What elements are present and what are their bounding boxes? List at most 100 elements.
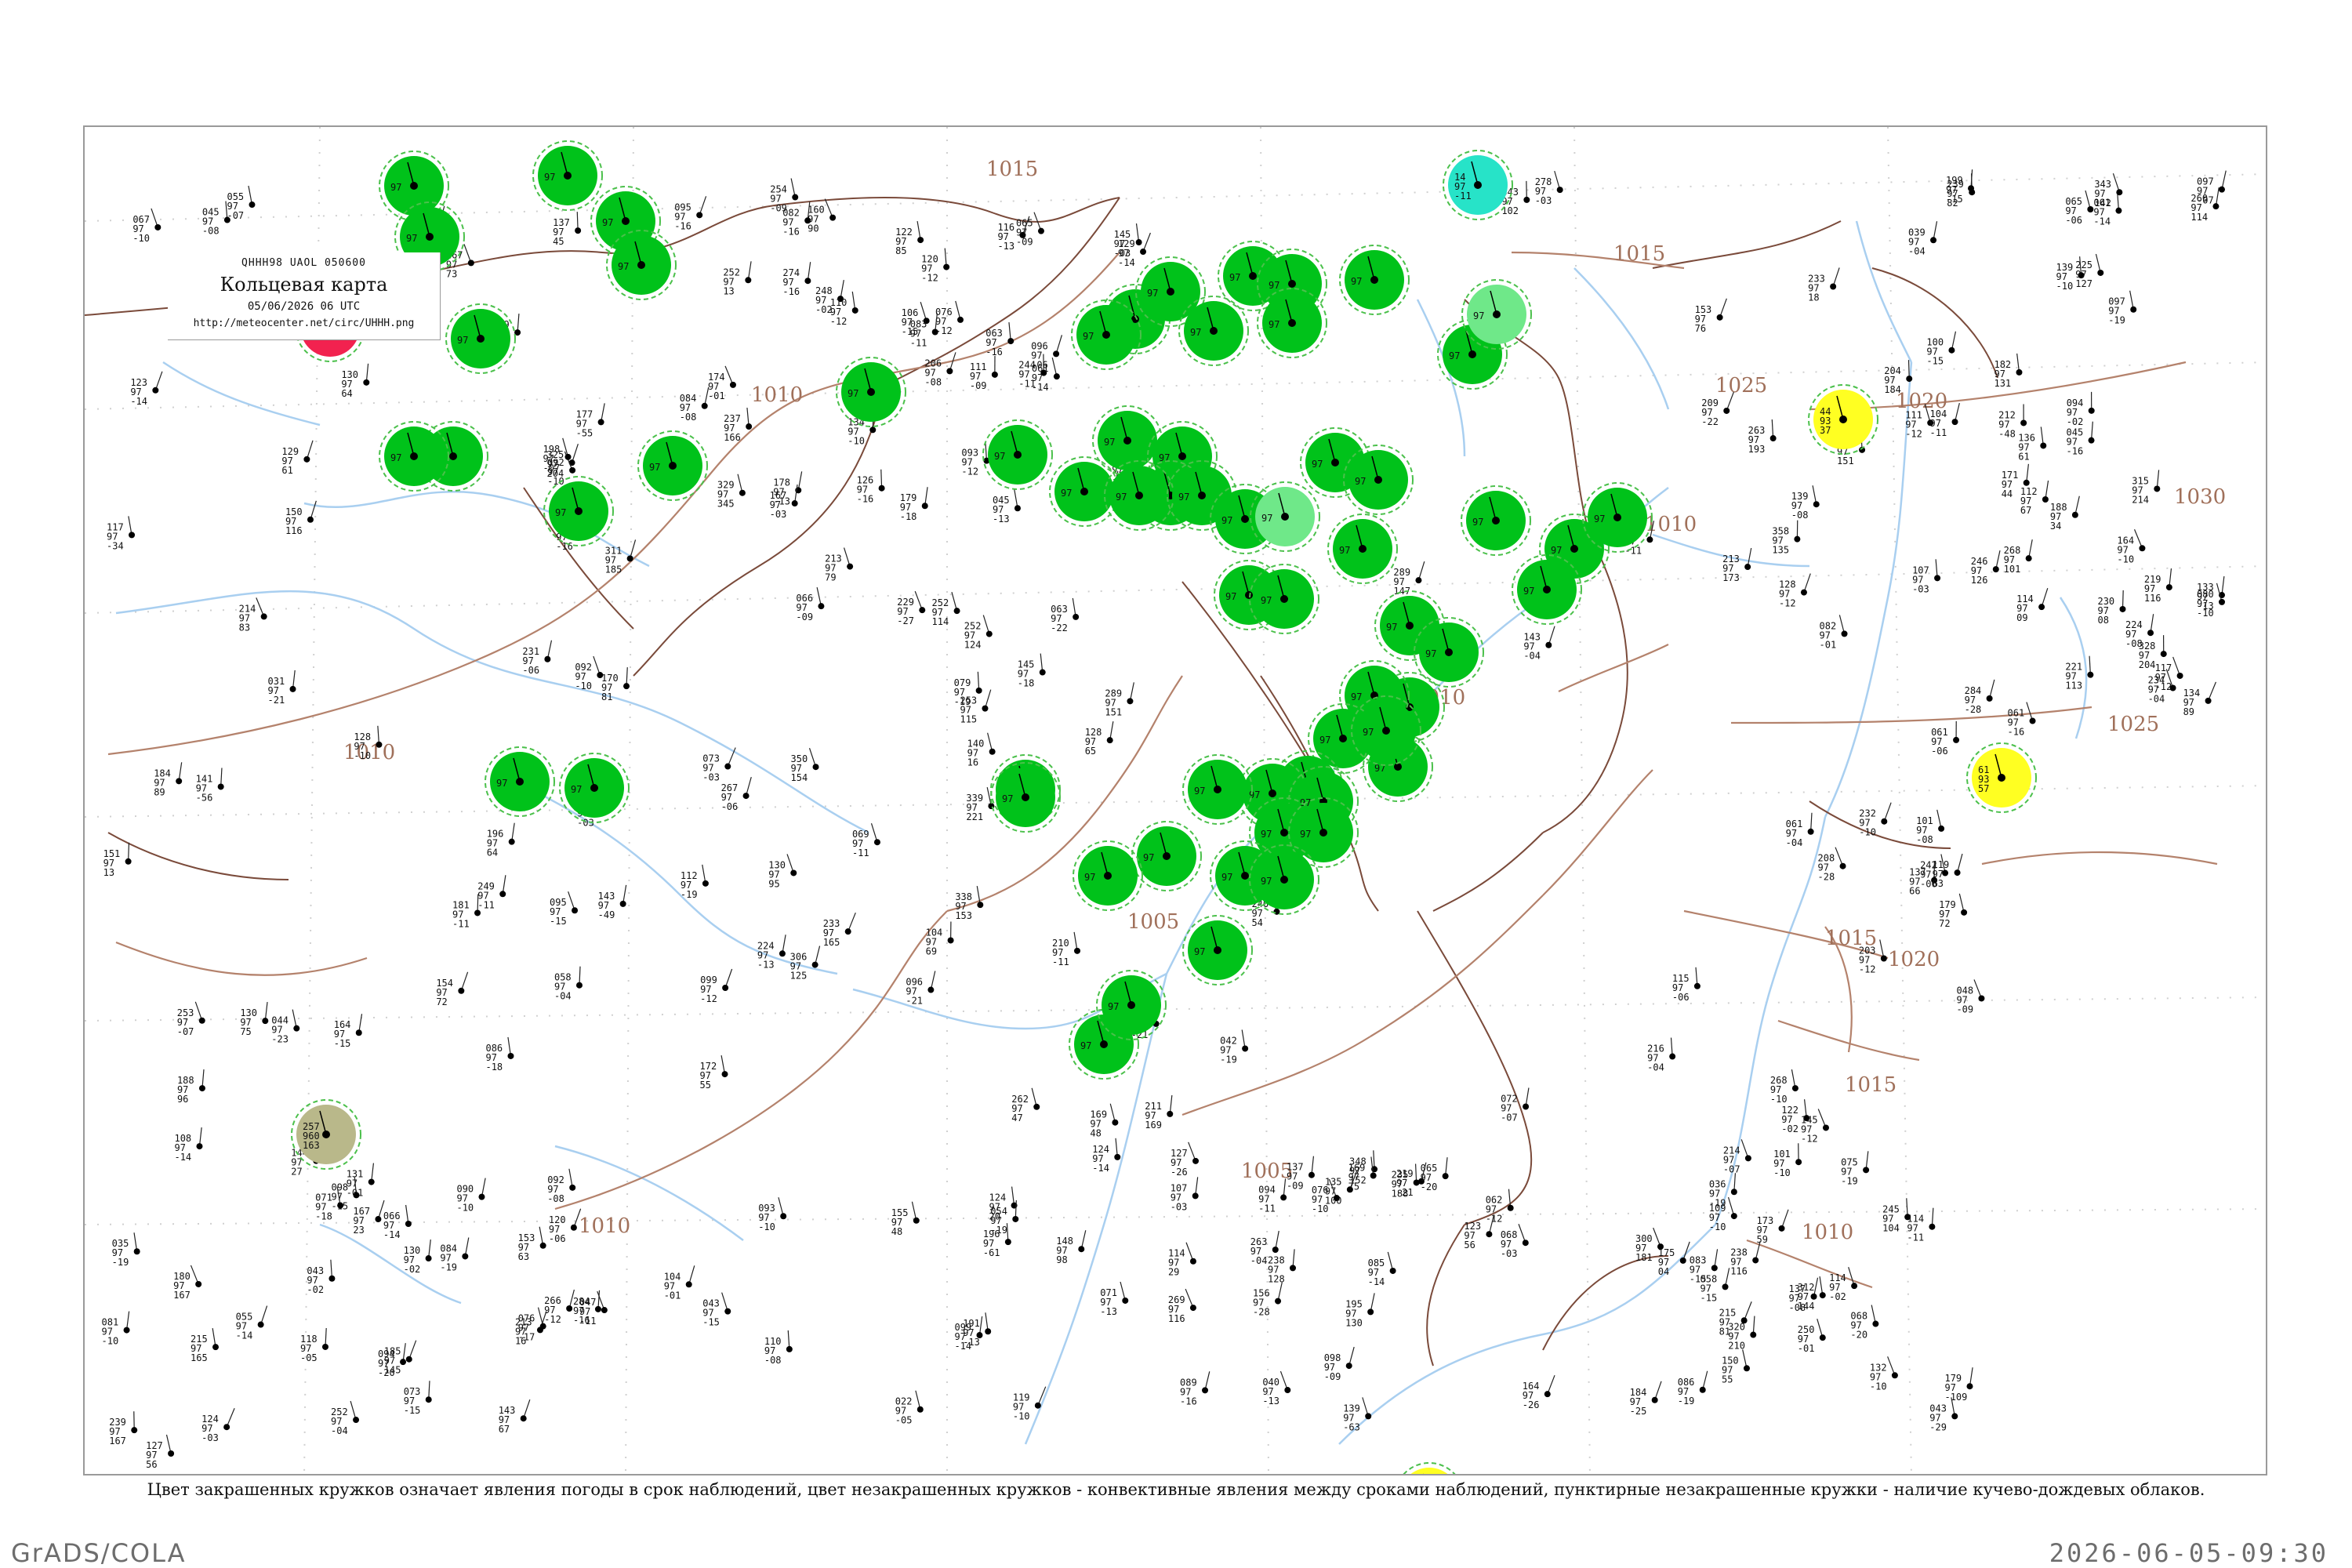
station-marker xyxy=(2160,651,2167,658)
station-value: -10 xyxy=(2197,608,2214,619)
station-marker xyxy=(1100,1040,1108,1048)
station-value: -26 xyxy=(1171,1167,1188,1178)
station-plot: 25097-01 xyxy=(1798,1319,1826,1354)
station-value: -01 xyxy=(1820,639,1837,650)
station-plot: 11097-08 xyxy=(764,1330,793,1366)
station-marker xyxy=(467,260,474,267)
station-value: 97 xyxy=(1221,515,1232,526)
station-marker xyxy=(564,172,572,180)
station-value: 97 xyxy=(571,784,582,795)
station-plot: 1149709 xyxy=(2016,587,2049,623)
station-value: 97 xyxy=(1104,437,1115,448)
station-value: 18 xyxy=(1808,292,1819,303)
station-value: 131 xyxy=(1994,378,2011,389)
station-value: 61 xyxy=(2018,451,2029,462)
station-plot: 09697-21 xyxy=(906,971,936,1007)
station-value: -12 xyxy=(1486,1214,1503,1225)
station-plot: 16497-10 xyxy=(2117,529,2146,564)
station-marker xyxy=(2154,485,2161,492)
station-marker xyxy=(669,462,677,470)
station-marker xyxy=(257,1321,264,1328)
station-value: -19 xyxy=(1841,1175,1858,1186)
station-plot: 09797-19 xyxy=(2108,290,2137,326)
station-marker xyxy=(410,182,418,190)
station-value: -10 xyxy=(1859,827,1876,838)
station-marker xyxy=(1891,1372,1898,1379)
station-plot: 05897-15 xyxy=(1700,1268,1730,1303)
station-value: -12 xyxy=(1779,598,1796,609)
station-plot: 1519713 xyxy=(103,842,132,878)
station-marker xyxy=(1382,727,1390,735)
station-marker xyxy=(1415,577,1422,584)
station-marker xyxy=(293,1025,300,1032)
station-plot: 04097-13 xyxy=(1262,1370,1291,1406)
station-plot: 07697-12 xyxy=(935,300,964,336)
station-marker xyxy=(478,1193,485,1200)
station-plot: 04397-02 xyxy=(307,1259,336,1295)
station-marker xyxy=(2025,555,2032,562)
station-marker xyxy=(1493,310,1501,318)
station-plot: 07697-17 xyxy=(518,1307,546,1343)
station-value: 34 xyxy=(2050,521,2061,532)
station-marker xyxy=(217,783,224,790)
station-value: -55 xyxy=(576,427,593,438)
station-plot: 14597-18 xyxy=(1018,653,1046,689)
station-value: -03 xyxy=(1535,195,1552,206)
station-marker xyxy=(2088,407,2095,414)
station-marker xyxy=(1406,622,1414,630)
station-plot: 24697126 xyxy=(1971,550,2001,586)
station-value: 113 xyxy=(2065,681,2082,691)
isobar-label: 1010 xyxy=(579,1214,630,1238)
station-plot: 31597214 xyxy=(2132,470,2161,505)
station-value: -03 xyxy=(1912,583,1929,594)
station-marker xyxy=(1288,319,1296,327)
station-plot: 21197169 xyxy=(1145,1094,1174,1131)
station-plot: 11097-12 xyxy=(830,291,858,327)
station-plot: 04597-13 xyxy=(993,489,1021,524)
station-marker xyxy=(544,655,551,662)
station-value: -28 xyxy=(1965,704,1982,715)
station-rain: 97 xyxy=(543,476,614,546)
station-plot: 13997-63 xyxy=(1343,1397,1372,1432)
station-rain: 97 xyxy=(1104,460,1174,531)
station-plot: 25397-07 xyxy=(177,1001,205,1037)
station-marker xyxy=(307,516,314,523)
station-marker xyxy=(289,685,296,692)
station-value: 97 xyxy=(1300,829,1311,840)
station-value: 114 xyxy=(2190,212,2208,223)
station-marker xyxy=(1507,1204,1514,1211)
station-marker xyxy=(2147,630,2154,637)
station-marker xyxy=(590,784,598,792)
station-marker xyxy=(1948,347,1955,354)
station-value: 97 xyxy=(1194,786,1205,797)
station-marker xyxy=(1308,1171,1315,1178)
station-value: 89 xyxy=(154,786,165,797)
station-plot: 21597165 xyxy=(191,1328,220,1363)
station-value: -05 xyxy=(300,1352,318,1363)
station-plot: 1489798 xyxy=(1056,1230,1087,1265)
station-marker xyxy=(1053,350,1060,358)
station-marker xyxy=(1543,586,1551,593)
station-marker xyxy=(1556,187,1563,194)
station-value: -13 xyxy=(1262,1396,1279,1406)
station-plot: 12097-06 xyxy=(549,1208,582,1244)
station-plot: 2629747 xyxy=(1011,1087,1040,1123)
station-rain: 97 xyxy=(836,357,906,427)
station-marker xyxy=(991,371,998,378)
station-plot: 03197-21 xyxy=(268,670,296,706)
station-plot: 08697-18 xyxy=(485,1036,514,1073)
station-value: 97 xyxy=(994,451,1005,462)
station-value: 115 xyxy=(960,714,977,725)
station-plot: 08297-01 xyxy=(1820,615,1848,650)
station-rain: 97 xyxy=(379,421,449,492)
station-marker xyxy=(957,316,964,323)
station-value: 66 xyxy=(1909,886,1920,897)
station-marker xyxy=(1135,239,1142,246)
station-value: 47 xyxy=(1011,1112,1022,1123)
station-marker xyxy=(1367,1308,1374,1316)
station-marker xyxy=(812,764,819,771)
station-marker xyxy=(1522,1240,1529,1247)
station-value: 153 xyxy=(955,910,972,921)
station-value: 72 xyxy=(436,996,447,1007)
station-rain: 97 xyxy=(606,230,677,300)
